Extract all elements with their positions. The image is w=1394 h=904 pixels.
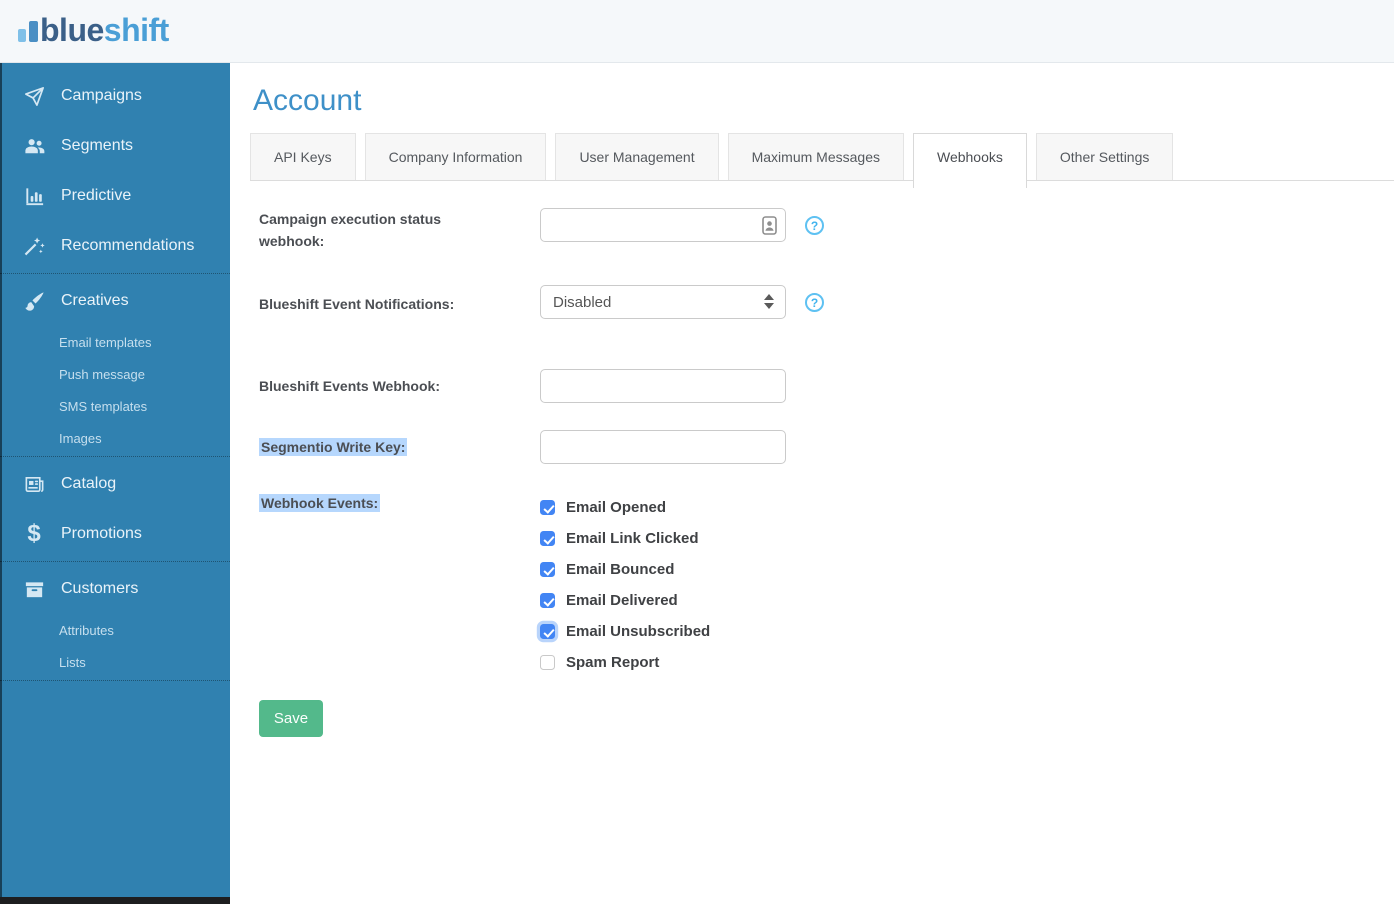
checkbox[interactable] bbox=[540, 593, 555, 608]
segmentio-key-input[interactable] bbox=[540, 430, 786, 464]
events-webhook-row: Blueshift Events Webhook: bbox=[259, 369, 1394, 403]
magic-wand-icon bbox=[21, 234, 47, 258]
checkbox-label: Email Delivered bbox=[566, 592, 678, 609]
up-down-arrows-icon bbox=[764, 294, 774, 309]
logo-bars-icon bbox=[18, 21, 38, 42]
newspaper-icon bbox=[21, 472, 47, 496]
sidebar-item-push-message[interactable]: Push message bbox=[0, 358, 230, 390]
sidebar-divider bbox=[0, 680, 230, 681]
sidebar-divider bbox=[0, 273, 230, 274]
checkbox[interactable] bbox=[540, 500, 555, 515]
sidebar-item-segments[interactable]: Segments bbox=[0, 121, 230, 171]
webhooks-form: Campaign execution status webhook: ? Blu… bbox=[259, 208, 1394, 737]
webhook-events-list: Email Opened Email Link Clicked Email Boun… bbox=[540, 492, 710, 678]
page-title: Account bbox=[253, 83, 1394, 119]
sidebar-item-label: SMS templates bbox=[59, 399, 147, 414]
users-icon bbox=[21, 134, 47, 158]
webhook-event-email-delivered[interactable]: Email Delivered bbox=[540, 585, 710, 616]
sidebar-item-label: Images bbox=[59, 431, 102, 446]
event-notifications-row: Blueshift Event Notifications: Disabled … bbox=[259, 285, 1394, 319]
tab-other-settings[interactable]: Other Settings bbox=[1036, 133, 1174, 181]
sidebar-bottom-strip bbox=[0, 897, 230, 904]
sidebar-item-catalog[interactable]: Catalog bbox=[0, 459, 230, 509]
campaign-webhook-label: Campaign execution status webhook: bbox=[259, 208, 540, 252]
sidebar-item-label: Campaigns bbox=[61, 87, 142, 105]
sidebar-item-label: Push message bbox=[59, 367, 145, 382]
webhook-event-email-link-clicked[interactable]: Email Link Clicked bbox=[540, 523, 710, 554]
sidebar-item-label: Customers bbox=[61, 580, 138, 598]
sidebar-divider bbox=[0, 561, 230, 562]
dollar-icon: $ bbox=[21, 522, 47, 546]
tab-user-management[interactable]: User Management bbox=[555, 133, 718, 181]
sidebar-item-label: Creatives bbox=[61, 292, 129, 310]
top-header: blueshift bbox=[0, 0, 1394, 63]
bar-chart-icon bbox=[21, 184, 47, 208]
sidebar-item-creatives[interactable]: Creatives bbox=[0, 276, 230, 326]
tab-webhooks[interactable]: Webhooks bbox=[913, 133, 1027, 188]
events-webhook-input[interactable] bbox=[540, 369, 786, 403]
sidebar: Campaigns Segments Predictive Recommendatio… bbox=[0, 63, 230, 904]
sidebar-item-campaigns[interactable]: Campaigns bbox=[0, 71, 230, 121]
save-button[interactable]: Save bbox=[259, 700, 323, 737]
sidebar-item-lists[interactable]: Lists bbox=[0, 646, 230, 678]
checkbox[interactable] bbox=[540, 655, 555, 670]
checkbox[interactable] bbox=[540, 531, 555, 546]
sidebar-divider bbox=[0, 456, 230, 457]
tab-api-keys[interactable]: API Keys bbox=[250, 133, 356, 181]
paint-brush-icon bbox=[21, 289, 47, 313]
paper-plane-icon bbox=[21, 84, 47, 108]
tabs-list: API KeysCompany InformationUser Manageme… bbox=[250, 133, 1394, 181]
webhook-event-email-bounced[interactable]: Email Bounced bbox=[540, 554, 710, 585]
select-value: Disabled bbox=[553, 294, 611, 311]
help-icon[interactable]: ? bbox=[805, 293, 824, 312]
logo-text: blueshift bbox=[40, 13, 169, 48]
sidebar-item-attributes[interactable]: Attributes bbox=[0, 614, 230, 646]
contact-autofill-icon[interactable] bbox=[762, 216, 777, 239]
segmentio-key-row: Segmentio Write Key: bbox=[259, 430, 1394, 464]
checkbox-label: Email Link Clicked bbox=[566, 530, 699, 547]
sidebar-item-promotions[interactable]: $ Promotions bbox=[0, 509, 230, 559]
sidebar-item-label: Attributes bbox=[59, 623, 114, 638]
webhook-events-label: Webhook Events: bbox=[259, 492, 540, 514]
segmentio-key-label: Segmentio Write Key: bbox=[259, 430, 540, 458]
sidebar-item-label: Segments bbox=[61, 137, 133, 155]
sidebar-item-label: Email templates bbox=[59, 335, 151, 350]
tab-company-information[interactable]: Company Information bbox=[365, 133, 547, 181]
event-notifications-select[interactable]: Disabled bbox=[540, 285, 786, 319]
checkbox-label: Email Opened bbox=[566, 499, 666, 516]
help-icon[interactable]: ? bbox=[805, 216, 824, 235]
sidebar-item-predictive[interactable]: Predictive bbox=[0, 171, 230, 221]
sidebar-item-customers[interactable]: Customers bbox=[0, 564, 230, 614]
sidebar-item-recommendations[interactable]: Recommendations bbox=[0, 221, 230, 271]
webhook-events-row: Webhook Events: Email Opened Email Link C… bbox=[259, 492, 1394, 678]
checkbox[interactable] bbox=[540, 624, 555, 639]
sidebar-item-label: Lists bbox=[59, 655, 86, 670]
events-webhook-label: Blueshift Events Webhook: bbox=[259, 369, 540, 397]
campaign-webhook-row: Campaign execution status webhook: ? bbox=[259, 208, 1394, 252]
event-notifications-label: Blueshift Event Notifications: bbox=[259, 285, 540, 315]
checkbox-label: Email Unsubscribed bbox=[566, 623, 710, 640]
webhook-event-email-opened[interactable]: Email Opened bbox=[540, 492, 710, 523]
archive-box-icon bbox=[21, 577, 47, 601]
sidebar-item-label: Recommendations bbox=[61, 237, 194, 255]
tabs-bar: API KeysCompany InformationUser Manageme… bbox=[250, 133, 1394, 181]
sidebar-item-label: Predictive bbox=[61, 187, 131, 205]
blueshift-logo[interactable]: blueshift bbox=[18, 13, 169, 48]
webhook-event-spam-report[interactable]: Spam Report bbox=[540, 647, 710, 678]
webhook-event-email-unsubscribed[interactable]: Email Unsubscribed bbox=[540, 616, 710, 647]
sidebar-item-images[interactable]: Images bbox=[0, 422, 230, 454]
sidebar-item-sms-templates[interactable]: SMS templates bbox=[0, 390, 230, 422]
checkbox-label: Spam Report bbox=[566, 654, 659, 671]
campaign-webhook-input[interactable] bbox=[540, 208, 786, 242]
sidebar-menu: Campaigns Segments Predictive Recommendatio… bbox=[0, 71, 230, 681]
checkbox-label: Email Bounced bbox=[566, 561, 674, 578]
sidebar-item-label: Promotions bbox=[61, 525, 142, 543]
checkbox[interactable] bbox=[540, 562, 555, 577]
sidebar-item-email-templates[interactable]: Email templates bbox=[0, 326, 230, 358]
main-content: Account API KeysCompany InformationUser … bbox=[230, 63, 1394, 904]
tab-maximum-messages[interactable]: Maximum Messages bbox=[728, 133, 904, 181]
sidebar-item-label: Catalog bbox=[61, 475, 116, 493]
